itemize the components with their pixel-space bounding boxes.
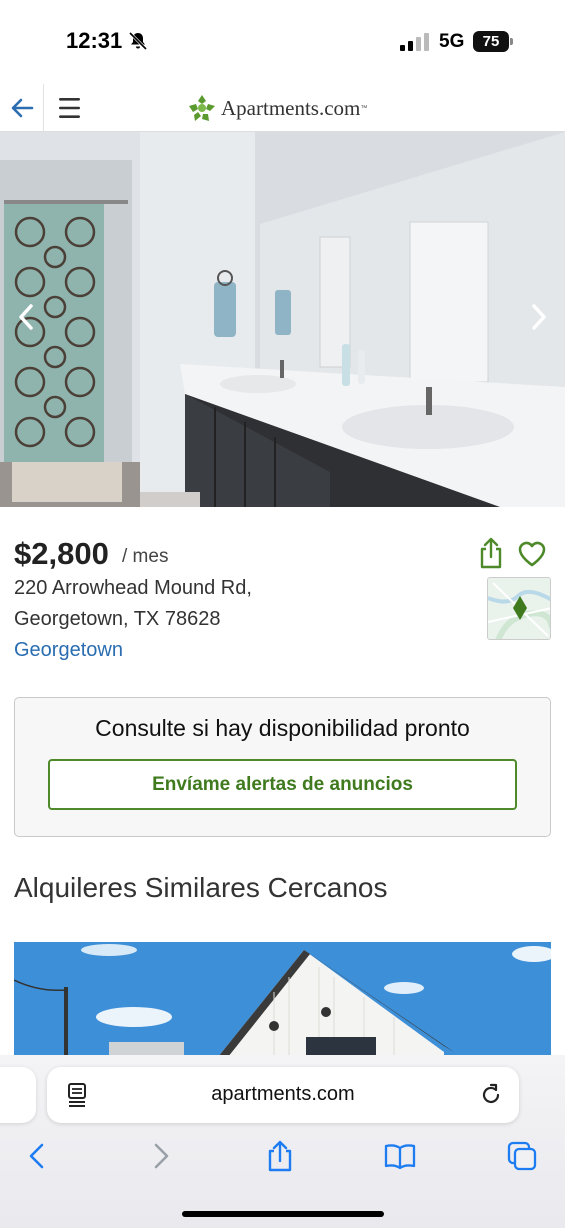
tabs-icon[interactable] — [506, 1140, 538, 1172]
address-line-1: 220 Arrowhead Mound Rd, — [14, 577, 252, 599]
similar-rentals-heading: Alquileres Similares Cercanos — [14, 872, 388, 903]
bathroom-photo — [0, 132, 565, 507]
safari-back-icon[interactable] — [22, 1140, 54, 1172]
neighborhood-link[interactable]: Georgetown — [14, 639, 123, 662]
listing-alerts-button[interactable]: Envíame alertas de anuncios — [48, 759, 517, 810]
availability-message: Consulte si hay disponibilidad pronto — [95, 715, 470, 741]
url-text: apartments.com — [211, 1083, 355, 1105]
reload-icon[interactable] — [478, 1082, 504, 1108]
bell-muted-icon — [128, 31, 148, 51]
battery-level: 75 — [473, 31, 509, 52]
logo-text: Apartments.com — [221, 95, 361, 120]
safari-forward-icon[interactable] — [144, 1140, 176, 1172]
hamburger-menu-icon[interactable] — [58, 94, 82, 122]
apartments-logo-icon — [189, 95, 215, 121]
cellular-signal-icon — [400, 33, 429, 51]
share-icon[interactable] — [478, 537, 504, 569]
listing-price: $2,800 — [14, 536, 109, 571]
bookmarks-icon[interactable] — [384, 1140, 416, 1172]
availability-card: Consulte si hay disponibilidad pronto En… — [14, 697, 551, 837]
chevron-left-icon[interactable] — [14, 302, 38, 332]
logo-trademark: ™ — [360, 104, 368, 112]
apartments-logo[interactable]: Apartments.com ™ — [187, 90, 367, 126]
map-thumbnail[interactable] — [487, 577, 551, 640]
address-line-2: Georgetown, TX 78628 — [14, 608, 221, 630]
similar-listing-photo[interactable] — [14, 942, 551, 1062]
price-period: / mes — [122, 546, 169, 567]
heart-icon[interactable] — [517, 540, 547, 568]
previous-tab-preview[interactable] — [0, 1067, 36, 1123]
chevron-right-icon[interactable] — [527, 302, 551, 332]
app-header: Apartments.com ™ — [0, 84, 565, 132]
browser-toolbar: apartments.com — [0, 1055, 565, 1228]
header-divider — [43, 84, 44, 132]
status-time: 12:31 — [66, 28, 123, 53]
status-bar: 12:31 5G 75 — [0, 0, 565, 84]
battery-icon: 75 — [473, 31, 513, 52]
home-indicator — [182, 1211, 384, 1217]
listing-photo-carousel[interactable] — [0, 132, 565, 507]
network-type: 5G — [439, 31, 465, 52]
address-bar[interactable]: apartments.com — [47, 1067, 519, 1123]
safari-share-icon[interactable] — [264, 1140, 296, 1172]
back-arrow-icon[interactable] — [8, 94, 36, 122]
